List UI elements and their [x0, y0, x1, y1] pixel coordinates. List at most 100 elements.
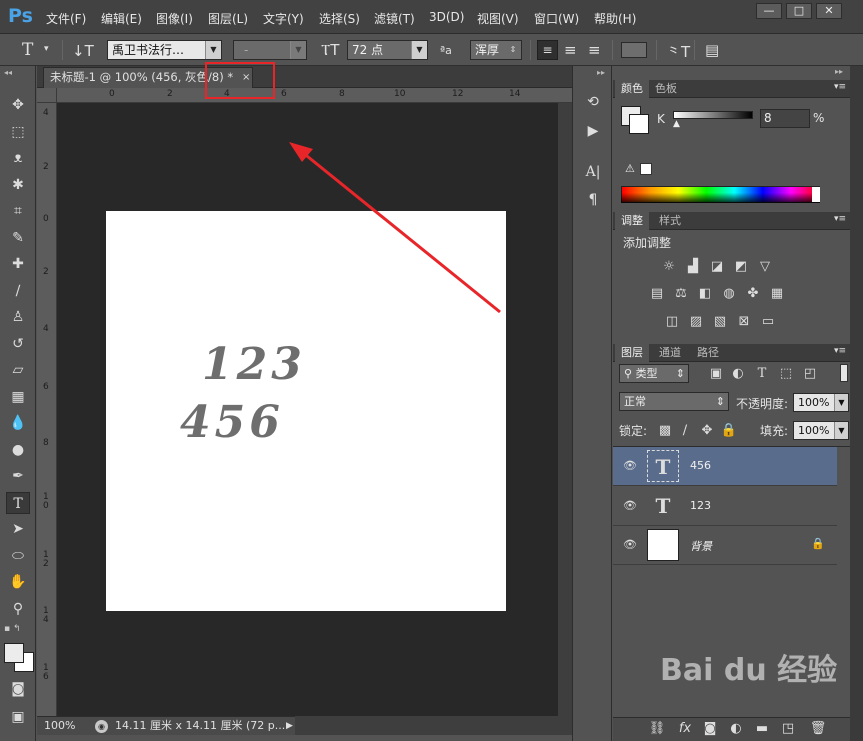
- layer-name[interactable]: 123: [690, 499, 711, 512]
- color-lookup-icon[interactable]: ▦: [768, 286, 786, 302]
- filter-pixel-icon[interactable]: ▣: [707, 366, 725, 382]
- new-adjustment-icon[interactable]: ◐: [727, 721, 745, 737]
- layers-panel-tabs: 图层 通道 路径 ▾≡: [613, 344, 850, 362]
- link-layers-icon[interactable]: ⛓: [648, 721, 666, 737]
- tab-layers[interactable]: 图层: [615, 344, 649, 362]
- layer-thumbnail: T: [647, 450, 679, 482]
- character-panel-icon[interactable]: A|: [583, 162, 603, 182]
- invert-icon[interactable]: ◫: [663, 314, 681, 330]
- layer-row[interactable]: 👁 T 123: [613, 487, 837, 526]
- levels-icon[interactable]: ▟: [684, 259, 702, 275]
- visibility-eye-icon[interactable]: 👁: [623, 538, 637, 551]
- annotation-highlight-box: [205, 62, 275, 99]
- delete-layer-icon[interactable]: 🗑: [809, 721, 827, 737]
- layer-row[interactable]: 👁 背景 🔒: [613, 526, 837, 565]
- filter-shape-icon[interactable]: ⬚: [777, 366, 795, 382]
- lock-pixels-icon[interactable]: ∕: [676, 423, 694, 439]
- fill-label: 填充:: [760, 424, 789, 438]
- background-color-swatch[interactable]: [629, 114, 649, 134]
- visibility-eye-icon[interactable]: 👁: [623, 459, 637, 472]
- chevron-down-icon: ▼: [834, 394, 848, 411]
- gamut-warning-icon[interactable]: ⚠: [625, 162, 635, 175]
- spectrum-white-swatch[interactable]: [812, 187, 820, 202]
- k-channel-slider[interactable]: [673, 111, 753, 119]
- selective-color-icon[interactable]: ⊠: [735, 314, 753, 330]
- status-menu-icon[interactable]: ▶: [286, 717, 293, 735]
- visibility-eye-icon[interactable]: 👁: [623, 499, 637, 512]
- add-adjustment-title: 添加调整: [623, 236, 672, 250]
- color-balance-icon[interactable]: ⚖: [672, 286, 690, 302]
- posterize-icon[interactable]: ▨: [687, 314, 705, 330]
- panel-menu-icon[interactable]: ▾≡: [834, 214, 846, 224]
- tab-styles[interactable]: 样式: [653, 212, 687, 230]
- curves-icon[interactable]: ◪: [708, 259, 726, 275]
- new-layer-icon[interactable]: ◳: [779, 721, 797, 737]
- threshold-icon[interactable]: ▧: [711, 314, 729, 330]
- tab-adjustments[interactable]: 调整: [615, 212, 649, 230]
- collapsed-panels-strip: ▸▸ ⟲ ▶ A| ¶: [572, 66, 612, 741]
- layer-filter-value: 类型: [635, 367, 658, 380]
- tab-paths[interactable]: 路径: [691, 344, 725, 362]
- filter-adjustment-icon[interactable]: ◐: [729, 366, 747, 382]
- tab-channels[interactable]: 通道: [653, 344, 687, 362]
- opacity-label: 不透明度:: [736, 397, 789, 411]
- filter-smart-object-icon[interactable]: ◰: [801, 366, 819, 382]
- opacity-input[interactable]: 100% ▼: [793, 393, 849, 412]
- layer-thumbnail: T: [655, 494, 671, 518]
- color-panel-tabs: 颜色 色板 ▾≡: [613, 80, 850, 98]
- layer-thumbnail: [647, 529, 679, 561]
- adjustments-panel-tabs: 调整 样式 ▾≡: [613, 212, 850, 230]
- collapse-panels-icon[interactable]: ▸▸: [835, 67, 843, 76]
- vibrance-icon[interactable]: ▽: [756, 259, 774, 275]
- photo-filter-icon[interactable]: ◍: [720, 286, 738, 302]
- history-panel-icon[interactable]: ⟲: [583, 92, 603, 112]
- fill-value: 100%: [798, 424, 830, 437]
- right-panels: ▸▸ 颜色 色板 ▾≡ K ▲ 8 % ⚠ 调整 样式 ▾≡ 添加调整 ☼ ▟ …: [613, 66, 850, 741]
- layer-name[interactable]: 背景: [690, 538, 712, 554]
- filter-toggle[interactable]: [840, 364, 848, 382]
- gamut-color-swatch[interactable]: [640, 163, 652, 175]
- zoom-level[interactable]: 100%: [44, 717, 75, 735]
- hue-saturation-icon[interactable]: ▤: [648, 286, 666, 302]
- layer-name[interactable]: 456: [690, 459, 711, 472]
- paragraph-panel-icon[interactable]: ¶: [583, 190, 603, 210]
- blend-mode-select[interactable]: 正常 ⇕: [619, 392, 729, 411]
- panel-dock-edge: [850, 66, 863, 741]
- expand-icon[interactable]: ▸▸: [597, 68, 605, 77]
- updown-icon: ⇕: [715, 395, 725, 408]
- channel-mixer-icon[interactable]: ✤: [744, 286, 762, 302]
- filter-type-icon[interactable]: T: [753, 366, 771, 382]
- tab-color[interactable]: 颜色: [615, 80, 649, 98]
- spectrum-shade: [621, 186, 820, 203]
- chevron-down-icon: ▼: [834, 422, 848, 439]
- exposure-icon[interactable]: ◩: [732, 259, 750, 275]
- k-value-input[interactable]: 8: [760, 109, 810, 128]
- doc-info-icon[interactable]: ◉: [95, 720, 108, 733]
- lock-transparent-icon[interactable]: ▩: [656, 423, 674, 439]
- black-white-icon[interactable]: ◧: [696, 286, 714, 302]
- new-group-icon[interactable]: ▬: [753, 721, 771, 737]
- lock-all-icon[interactable]: 🔒: [720, 423, 738, 439]
- document-info: 14.11 厘米 x 14.11 厘米 (72 p...: [115, 719, 286, 732]
- opacity-value: 100%: [798, 396, 830, 409]
- gradient-map-icon[interactable]: ▭: [759, 314, 777, 330]
- percent-unit: %: [813, 111, 825, 125]
- lock-icon: 🔒: [811, 537, 825, 550]
- baidu-watermark: Bai du 经验: [660, 653, 838, 688]
- tab-swatches[interactable]: 色板: [649, 80, 683, 98]
- layer-row[interactable]: 👁 T 456: [613, 447, 837, 486]
- status-bar: 100% ◉ 14.11 厘米 x 14.11 厘米 (72 p... ▶: [37, 716, 295, 735]
- lock-position-icon[interactable]: ✥: [698, 423, 716, 439]
- brightness-icon[interactable]: ☼: [660, 259, 678, 275]
- panel-menu-icon[interactable]: ▾≡: [834, 346, 846, 356]
- panel-menu-icon[interactable]: ▾≡: [834, 82, 846, 92]
- lock-label: 锁定:: [619, 424, 648, 438]
- add-mask-icon[interactable]: ◙: [701, 721, 719, 737]
- slider-thumb-icon[interactable]: ▲: [673, 119, 680, 129]
- blend-mode-value: 正常: [624, 395, 646, 408]
- layer-filter-select[interactable]: ⚲ 类型 ⇕: [619, 364, 689, 383]
- layers-footer: ⛓ fx ◙ ◐ ▬ ◳ 🗑: [613, 717, 850, 741]
- fx-icon[interactable]: fx: [676, 721, 694, 737]
- actions-panel-icon[interactable]: ▶: [583, 121, 603, 141]
- fill-input[interactable]: 100% ▼: [793, 421, 849, 440]
